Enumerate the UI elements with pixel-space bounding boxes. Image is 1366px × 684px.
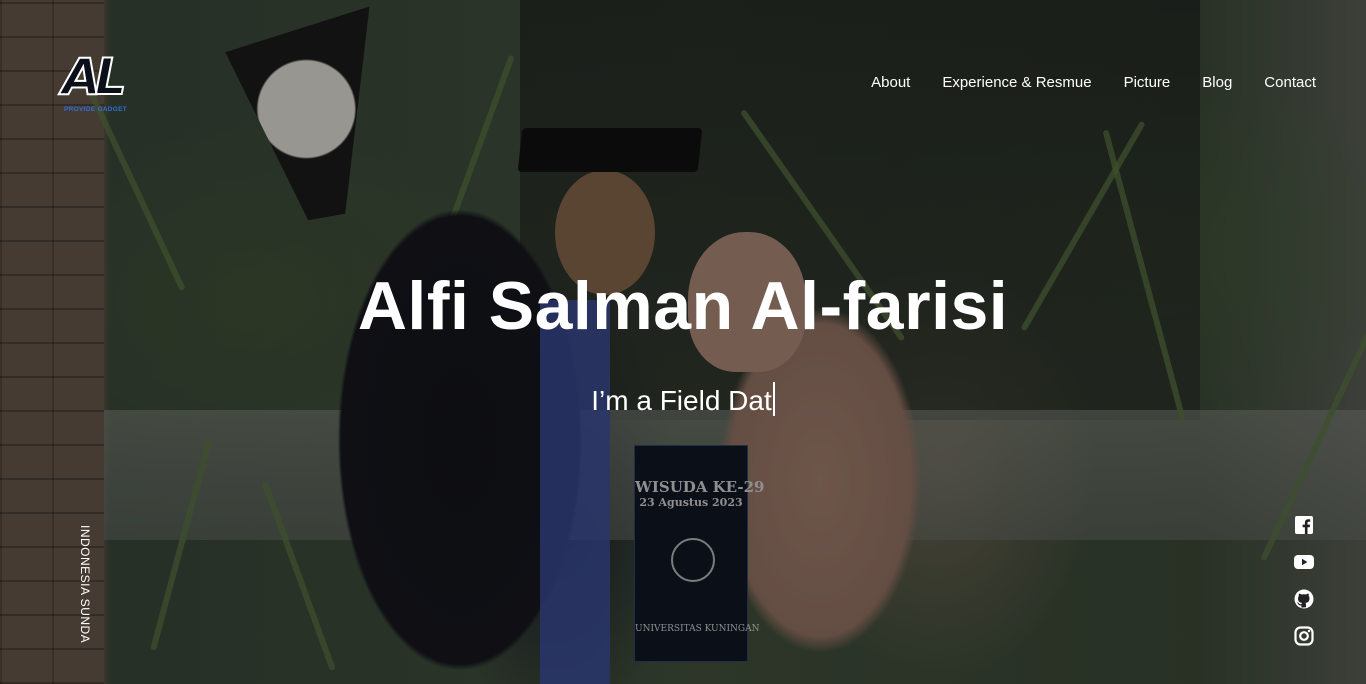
site-logo[interactable]: AL PROVIDE GADGET — [61, 47, 154, 118]
typing-caret — [772, 382, 775, 416]
hero-section: WISUDA KE-29 23 Agustus 2023 UNIVERSITAS… — [0, 0, 1366, 684]
nav-contact[interactable]: Contact — [1264, 73, 1316, 93]
main-nav: About Experience & Resmue Picture Blog C… — [871, 73, 1316, 93]
social-links — [1294, 515, 1316, 663]
facebook-icon[interactable] — [1294, 515, 1314, 535]
instagram-icon[interactable] — [1294, 626, 1314, 646]
nav-about[interactable]: About — [871, 73, 910, 93]
nav-picture[interactable]: Picture — [1124, 73, 1171, 93]
youtube-icon[interactable] — [1294, 552, 1314, 572]
logo-mark: AL — [61, 47, 128, 107]
location-label: INDONESIA SUNDA — [78, 525, 92, 644]
hero-typed-subtitle: I’m a Field Dat — [591, 385, 772, 416]
nav-blog[interactable]: Blog — [1202, 73, 1232, 93]
hero-subtitle-wrap: I’m a Field Dat — [0, 382, 1366, 419]
hero-title: Alfi Salman Al-farisi — [357, 268, 1009, 344]
nav-experience-resume[interactable]: Experience & Resmue — [942, 73, 1091, 93]
github-icon[interactable] — [1294, 589, 1314, 609]
logo-tagline: PROVIDE GADGET — [64, 106, 128, 113]
